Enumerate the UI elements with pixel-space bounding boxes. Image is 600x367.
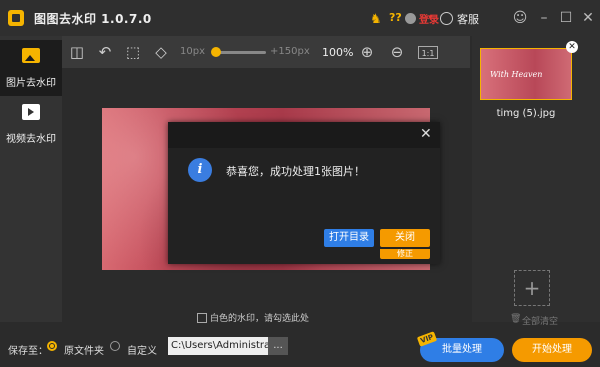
customer-service-icon[interactable] — [440, 12, 453, 25]
undo-icon[interactable]: ↶ — [96, 43, 114, 61]
app-title: 图图去水印 1.0.7.0 — [34, 12, 152, 26]
save-to-label: 保存至： — [8, 346, 48, 357]
sidebar-item-label[interactable]: 视频去水印 — [0, 130, 62, 145]
split-view-icon[interactable]: ◫ — [68, 43, 86, 61]
brush-size-min: 10px — [180, 46, 205, 57]
customer-service-button[interactable]: 客服 — [457, 11, 479, 27]
save-path-field[interactable]: C:\Users\Administrator — [168, 337, 268, 355]
close-button[interactable]: 关闭 — [380, 229, 430, 247]
modify-button[interactable]: 修正 — [380, 249, 430, 259]
video-icon[interactable] — [22, 104, 40, 120]
thumbnail-file-name: timg (5).jpg — [496, 108, 556, 119]
brush-size-max: +150px — [270, 46, 310, 57]
zoom-in-icon[interactable]: ⊕ — [358, 43, 376, 61]
brush-size-handle[interactable] — [211, 47, 221, 57]
dialog-message: 恭喜您，成功处理1张图片！ — [226, 165, 365, 178]
info-icon: i — [188, 158, 212, 182]
chevron-down-icon[interactable]: ▾ — [428, 13, 433, 23]
colored-watermark-label[interactable]: 白色的水印，请勾选此处 — [210, 311, 309, 324]
colored-watermark-checkbox[interactable] — [197, 313, 207, 323]
minimize-icon[interactable]: – — [534, 8, 554, 28]
maximize-icon[interactable]: ☐ — [556, 8, 576, 28]
actual-size-button[interactable]: 1:1 — [418, 46, 438, 59]
open-directory-button[interactable]: 打开目录 — [324, 229, 374, 247]
add-image-button[interactable]: + — [514, 270, 550, 306]
sidebar-item-label: 图片去水印 — [6, 78, 56, 89]
zoom-level: 100% — [322, 46, 354, 59]
app-logo-icon — [8, 10, 24, 26]
eraser-icon[interactable]: ◇ — [152, 43, 170, 61]
browse-button[interactable]: ... — [268, 337, 288, 355]
thumbnail-overlay-text: With Heaven — [490, 70, 543, 79]
radio-custom-folder[interactable] — [110, 341, 120, 351]
skin-icon[interactable]: ☺ — [510, 8, 530, 28]
remove-thumbnail-icon[interactable]: ✕ — [566, 41, 578, 53]
image-icon — [22, 48, 40, 63]
dialog-header — [168, 122, 440, 148]
crop-icon[interactable]: ⬚ — [124, 43, 142, 61]
zoom-out-icon[interactable]: ⊖ — [388, 43, 406, 61]
close-icon[interactable]: ✕ — [578, 8, 598, 28]
start-process-button[interactable]: 开始处理 — [512, 338, 592, 362]
radio-original-folder-label[interactable]: 原文件夹 — [64, 342, 104, 357]
radio-custom-folder-label[interactable]: 自定义 — [127, 342, 157, 357]
qq-icon[interactable]: ♞ — [370, 12, 382, 27]
avatar[interactable] — [405, 13, 416, 24]
radio-original-folder[interactable] — [47, 341, 57, 351]
close-icon[interactable]: ✕ — [420, 126, 432, 142]
trash-icon[interactable]: 🗑 — [510, 314, 521, 324]
help-button[interactable]: ?? — [389, 11, 402, 24]
